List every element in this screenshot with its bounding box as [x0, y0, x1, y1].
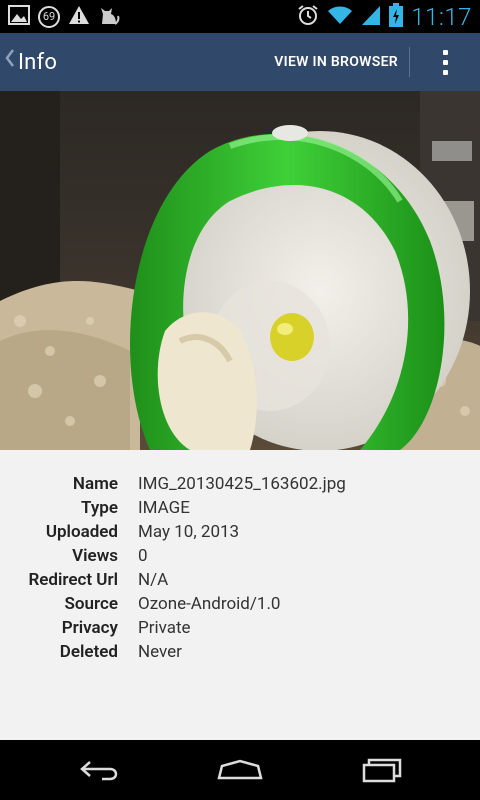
nav-home-button[interactable] — [210, 750, 270, 790]
info-value: IMAGE — [138, 498, 190, 518]
up-navigation-button[interactable]: Info — [4, 33, 57, 91]
cat-icon — [98, 4, 120, 30]
nav-back-button[interactable] — [70, 750, 130, 790]
action-bar: Info VIEW IN BROWSER — [0, 33, 480, 91]
info-label: Privacy — [61, 618, 118, 638]
info-value: Never — [138, 642, 182, 662]
info-row-uploaded: Uploaded May 10, 2013 — [0, 522, 480, 546]
status-bar-left: 69 — [8, 4, 120, 30]
warning-icon — [68, 4, 90, 30]
nav-recent-apps-button[interactable] — [352, 750, 412, 790]
view-in-browser-button[interactable]: VIEW IN BROWSER — [274, 33, 398, 91]
info-label: Views — [72, 546, 118, 566]
overflow-dot-icon — [442, 49, 448, 55]
info-value: IMG_20130425_163602.jpg — [138, 474, 346, 494]
info-row-redirect-url: Redirect Url N/A — [0, 570, 480, 594]
alarm-icon — [297, 4, 319, 30]
info-panel: Name IMG_20130425_163602.jpg Type IMAGE … — [0, 450, 480, 740]
status-clock: 11:17 — [411, 2, 472, 31]
status-bar: 69 11:17 — [0, 0, 480, 33]
info-row-privacy: Privacy Private — [0, 618, 480, 642]
gallery-icon — [8, 4, 30, 30]
action-bar-divider — [409, 47, 410, 77]
info-row-deleted: Deleted Never — [0, 642, 480, 666]
battery-icon — [389, 2, 404, 31]
chevron-left-icon — [4, 47, 16, 75]
back-icon — [80, 761, 118, 781]
info-row-views: Views 0 — [0, 546, 480, 570]
status-bar-right: 11:17 — [297, 0, 472, 33]
overflow-dot-icon — [442, 59, 448, 65]
image-preview[interactable] — [0, 91, 480, 450]
overflow-dot-icon — [442, 69, 448, 75]
notification-count-icon: 69 — [38, 6, 60, 28]
info-label: Deleted — [59, 642, 118, 662]
info-row-type: Type IMAGE — [0, 498, 480, 522]
info-label: Name — [72, 474, 118, 494]
info-value: Private — [138, 618, 191, 638]
signal-icon — [361, 4, 381, 30]
system-navigation-bar — [0, 740, 480, 800]
info-row-source: Source Ozone-Android/1.0 — [0, 594, 480, 618]
hamster-wheel-photo — [0, 91, 480, 450]
info-value: 0 — [138, 546, 148, 566]
info-label: Source — [64, 594, 118, 614]
info-value: Ozone-Android/1.0 — [138, 594, 281, 614]
overflow-menu-button[interactable] — [430, 33, 460, 91]
info-value: N/A — [138, 570, 169, 590]
info-value: May 10, 2013 — [138, 522, 240, 542]
info-row-name: Name IMG_20130425_163602.jpg — [0, 474, 480, 498]
home-icon — [217, 759, 263, 780]
page-title: Info — [18, 49, 58, 75]
info-label: Redirect Url — [28, 570, 118, 590]
info-label: Type — [81, 498, 118, 518]
info-label: Uploaded — [45, 522, 118, 542]
wifi-icon — [327, 4, 353, 30]
recent-apps-icon — [362, 758, 402, 783]
